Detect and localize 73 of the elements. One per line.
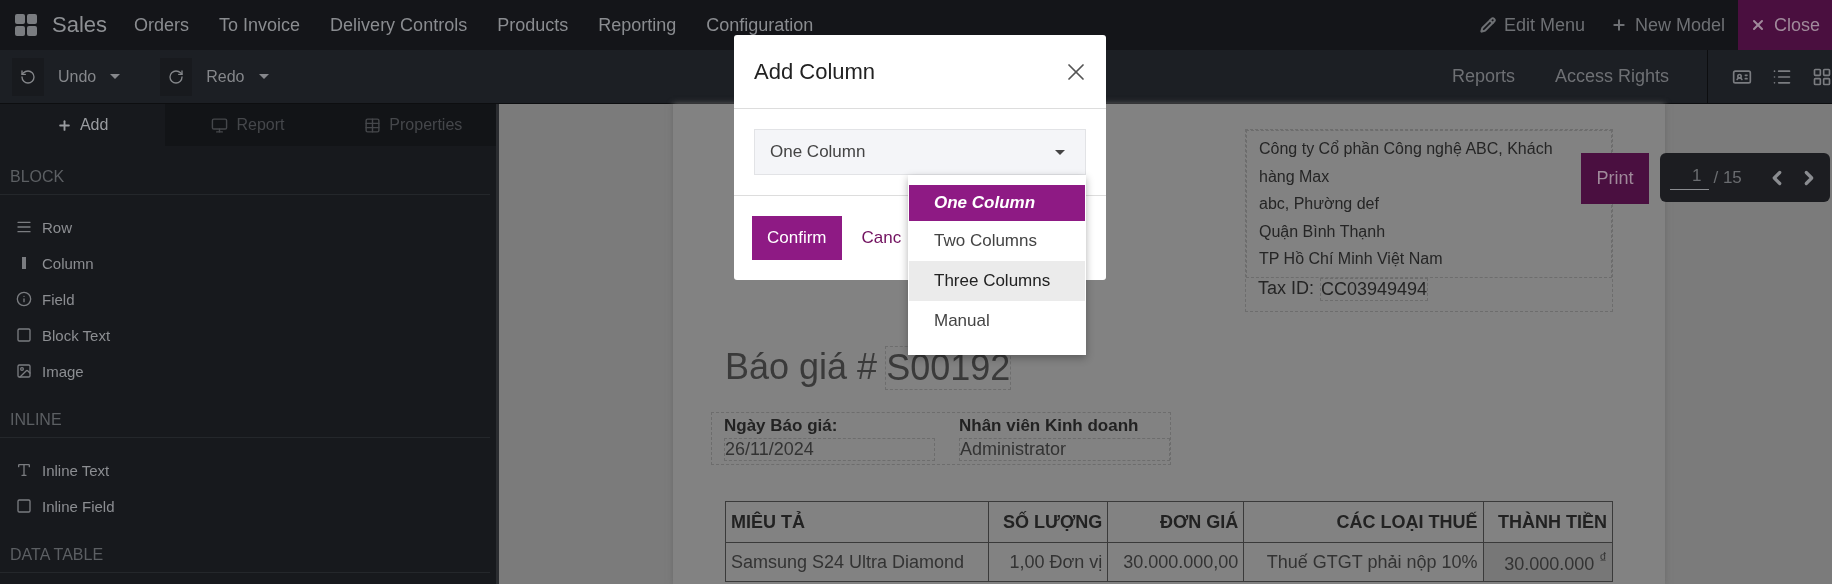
print-button[interactable]: Print	[1581, 153, 1649, 204]
undo-button[interactable]: Undo	[0, 56, 133, 97]
menu-item[interactable]: Reporting	[583, 14, 692, 36]
sidebar-item[interactable]: Column	[42, 254, 94, 272]
dialog-title: Add Column	[754, 58, 876, 85]
column-header: CÁC LOẠI THUẾ	[1243, 501, 1484, 543]
table-cell: Thuế GTGT phải nộp 10%	[1243, 542, 1484, 582]
menu-item[interactable]: Products	[482, 14, 584, 36]
apps-icon[interactable]	[14, 13, 38, 37]
nav-action[interactable]: New Model	[1597, 0, 1738, 50]
confirm-button[interactable]: Confirm	[752, 216, 842, 260]
menu-item[interactable]: To Invoice	[204, 14, 316, 36]
redo-button[interactable]: Redo	[148, 56, 281, 97]
table-cell: 1,00 Đơn vị	[988, 542, 1108, 582]
section-title: DATA TABLE	[0, 524, 490, 573]
report-title: Báo giá #	[725, 346, 878, 389]
cancel-link[interactable]: Canc	[861, 228, 902, 248]
close-button[interactable]: Close	[1737, 0, 1832, 50]
dropdown-option[interactable]: One Column	[909, 185, 1085, 221]
dropdown-option[interactable]: Three Columns	[909, 261, 1085, 301]
monitor-icon	[211, 116, 229, 134]
info-icon	[16, 291, 32, 307]
caret-icon	[258, 74, 269, 79]
app-name[interactable]: Sales	[52, 12, 108, 38]
caret-icon	[1055, 149, 1065, 155]
text-icon	[16, 462, 32, 478]
image-icon	[16, 363, 32, 379]
redo-icon	[168, 68, 185, 85]
info-value: Administrator	[959, 438, 1170, 461]
section-title: BLOCK	[0, 146, 490, 195]
table-cell: 30.000.000,00	[1107, 542, 1244, 582]
sidebar-item[interactable]: Inline Text	[42, 461, 110, 479]
menu-item[interactable]: Delivery Controls	[315, 14, 483, 36]
toolbar-link[interactable]: Reports	[1431, 66, 1535, 87]
table-icon	[364, 116, 382, 134]
tax-label: Tax ID:	[1258, 277, 1314, 300]
column-header: THÀNH TIỀN	[1483, 501, 1613, 543]
address-line: abc, Phường def	[1259, 194, 1379, 214]
page-total: / 15	[1713, 167, 1742, 188]
column-header: MIÊU TẢ	[725, 501, 989, 543]
sidebar-item[interactable]: Image	[42, 362, 84, 380]
info-value: 26/11/2024	[724, 438, 935, 461]
menu-item[interactable]: Orders	[119, 14, 205, 36]
rows-icon	[16, 219, 32, 235]
address-line: Công ty Cổ phần Công nghệ ABC, Khách	[1259, 139, 1553, 159]
address-line: TP Hồ Chí Minh Việt Nam	[1259, 249, 1443, 269]
square-icon	[16, 498, 32, 514]
toolbar-link[interactable]: Access Rights	[1534, 66, 1689, 87]
address-line: Quận Bình Thạnh	[1259, 221, 1386, 242]
info-label: Nhân viên Kinh doanh	[959, 416, 1140, 436]
table-cell: Samsung S24 Ultra Diamond	[725, 542, 989, 582]
pencil-icon	[1479, 17, 1496, 33]
column-select[interactable]: One Column	[754, 129, 1086, 175]
grid-view-icon[interactable]	[1812, 66, 1832, 87]
page-input[interactable]: 1	[1670, 165, 1710, 190]
square-icon	[16, 327, 32, 343]
sidebar-item[interactable]: Block Text	[42, 326, 111, 344]
plus-icon	[56, 117, 72, 133]
address-line: hàng Max	[1259, 166, 1330, 187]
table-cell: 30.000.000 $^{₫}$	[1483, 542, 1613, 582]
column-header: ĐƠN GIÁ	[1107, 501, 1244, 543]
undo-icon	[20, 68, 36, 85]
plus-icon	[1610, 17, 1627, 33]
sidebar-item[interactable]: Row	[42, 218, 72, 236]
section-title: INLINE	[0, 389, 490, 438]
tax-id: CC03949494	[1320, 277, 1429, 301]
column-header: SỐ LƯỢNG	[988, 501, 1108, 543]
sidebar-item[interactable]: Field	[42, 290, 75, 308]
info-label: Ngày Báo giá:	[724, 416, 839, 436]
sidebar-item[interactable]: Inline Field	[42, 497, 115, 515]
caret-icon	[110, 74, 121, 79]
menu-item[interactable]: Configuration	[691, 14, 829, 36]
nav-action[interactable]: Edit Menu	[1466, 0, 1598, 50]
